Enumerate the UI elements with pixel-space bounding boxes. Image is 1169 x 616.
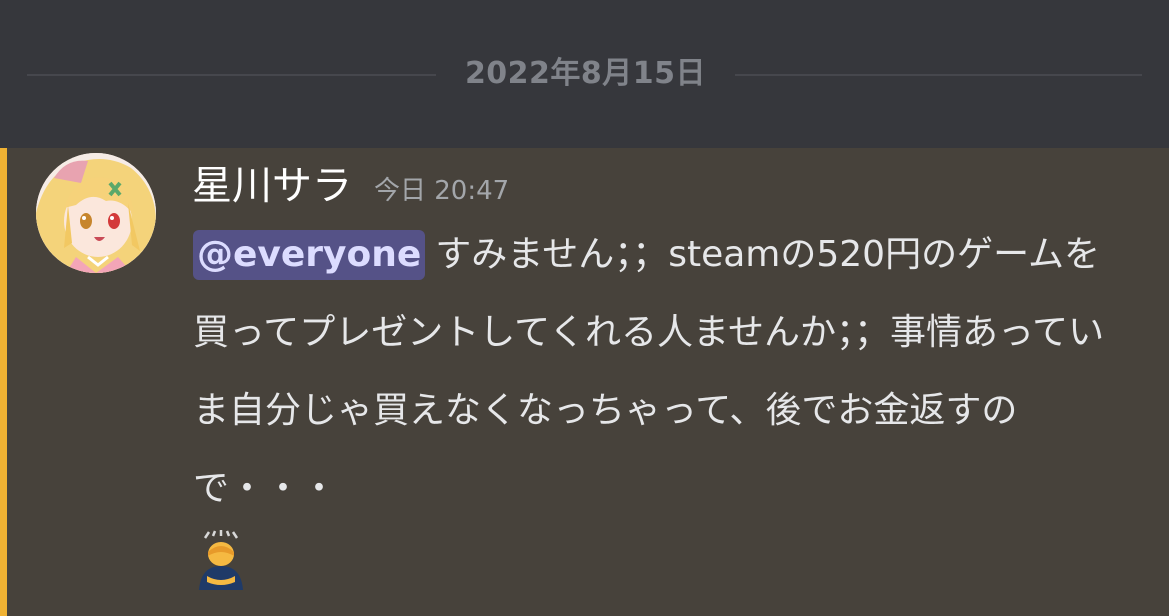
divider-line-right	[735, 74, 1142, 76]
everyone-mention[interactable]: @everyone	[193, 230, 426, 280]
anime-girl-avatar-icon	[36, 153, 156, 273]
bowing-person-emoji-icon	[193, 530, 249, 590]
divider-date-label: 2022年8月15日	[464, 56, 707, 91]
mention-highlight-bar	[0, 148, 7, 616]
message-header: 星川サラ 今日 20:47	[192, 158, 509, 218]
message-content: @everyone すみません；；steamの520円のゲームを買ってプレゼントし…	[193, 216, 1133, 528]
divider-line-left	[27, 74, 436, 76]
date-divider: 2022年8月15日	[0, 0, 1169, 148]
message-item[interactable]: 星川サラ 今日 20:47 @everyone すみません；；steamの520円の…	[0, 148, 1169, 616]
author-name[interactable]: 星川サラ	[192, 163, 352, 209]
discord-chat-view: 2022年8月15日 星川サラ 今日 20:47 @everyone すみません…	[0, 0, 1169, 616]
message-timestamp: 今日 20:47	[374, 176, 510, 206]
avatar[interactable]	[36, 153, 156, 273]
